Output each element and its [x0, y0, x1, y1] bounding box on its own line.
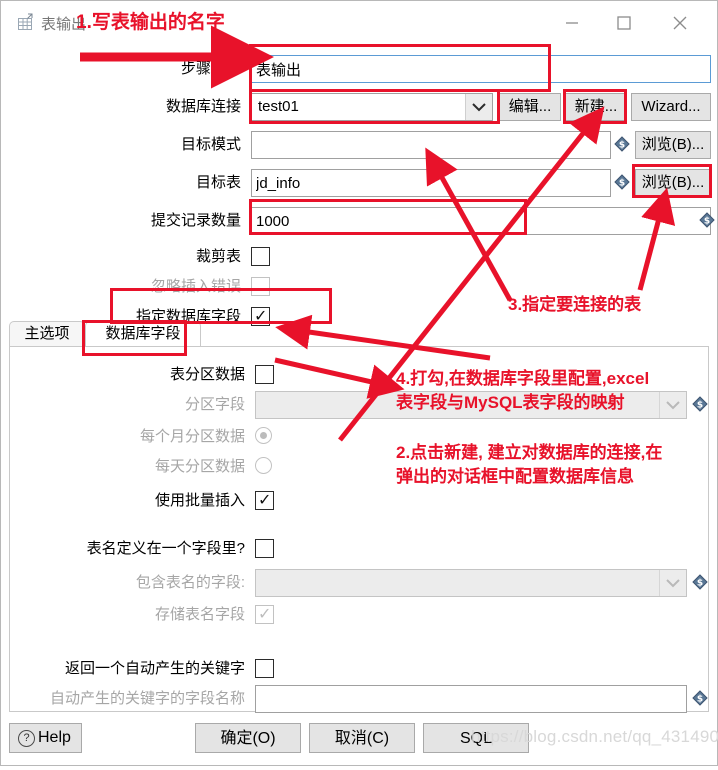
use-batch-insert-checkbox[interactable]: ✓ — [255, 491, 274, 510]
title-bar: 表输出 — [1, 1, 717, 45]
row-truncate-table: 裁剪表 — [1, 243, 717, 273]
store-table-name-field-label: 存储表名字段 — [154, 606, 245, 623]
minimize-icon[interactable] — [549, 1, 595, 45]
return-auto-key-checkbox[interactable] — [255, 659, 274, 678]
help-button[interactable]: ? Help — [9, 723, 82, 753]
tab-main-options[interactable]: 主选项 — [9, 321, 85, 347]
db-connection-label: 数据库连接 — [165, 98, 241, 115]
ignore-insert-errors-label: 忽略插入错误 — [150, 278, 241, 295]
ignore-insert-errors-checkbox — [251, 277, 270, 296]
partition-day-label: 每天分区数据 — [154, 458, 245, 475]
target-table-input[interactable] — [251, 169, 611, 197]
row-partition-data: 表分区数据 — [10, 361, 708, 391]
ok-button[interactable]: 确定(O) — [195, 723, 301, 753]
check-mark-icon: ✓ — [258, 492, 272, 509]
variable-dollar-icon: $ — [614, 136, 630, 152]
svg-text:$: $ — [697, 401, 703, 411]
help-button-label: Help — [38, 729, 71, 746]
row-partition-month: 每个月分区数据 — [10, 423, 708, 453]
commit-size-label: 提交记录数量 — [150, 212, 241, 229]
svg-text:$: $ — [619, 179, 625, 189]
truncate-table-label: 裁剪表 — [195, 248, 241, 265]
row-auto-key-field-name: 自动产生的关键字的字段名称 $ — [10, 685, 708, 715]
target-table-label: 目标表 — [195, 174, 241, 191]
row-partition-field: 分区字段 $ — [10, 391, 708, 421]
partition-month-radio — [255, 427, 272, 444]
variable-dollar-icon: $ — [614, 174, 630, 190]
truncate-table-checkbox[interactable] — [251, 247, 270, 266]
wizard-connection-button[interactable]: Wizard... — [631, 93, 711, 121]
cancel-button[interactable]: 取消(C) — [309, 723, 415, 753]
form-area: 步骤名称 数据库连接 test01 编辑... 新建... Wizard... … — [1, 45, 717, 765]
auto-key-field-name-label: 自动产生的关键字的字段名称 — [49, 690, 245, 707]
chevron-down-icon — [659, 570, 686, 596]
variable-dollar-icon: $ — [692, 396, 708, 412]
tab-db-fields[interactable]: 数据库字段 — [85, 321, 201, 347]
table-output-dialog: 表输出 步骤名称 数据库连接 test01 编辑... 新 — [0, 0, 718, 766]
variable-dollar-icon: $ — [692, 690, 708, 706]
chevron-down-icon[interactable] — [465, 94, 492, 120]
partition-field-select — [255, 391, 687, 419]
commit-size-input[interactable] — [251, 207, 711, 235]
maximize-icon[interactable] — [601, 1, 647, 45]
tab-db-fields-label: 数据库字段 — [105, 325, 181, 342]
variable-dollar-icon: $ — [699, 212, 715, 228]
db-connection-value: test01 — [258, 98, 299, 115]
svg-text:$: $ — [619, 141, 625, 151]
row-ignore-insert-errors: 忽略插入错误 — [1, 273, 717, 303]
row-target-table: 目标表 $ 浏览(B)... — [1, 169, 717, 199]
window-title: 表输出 — [41, 16, 87, 33]
new-connection-button[interactable]: 新建... — [565, 93, 627, 121]
field-containing-table-name-label: 包含表名的字段: — [135, 574, 245, 591]
row-use-batch-insert: 使用批量插入 ✓ — [10, 487, 708, 517]
partition-month-label: 每个月分区数据 — [139, 428, 245, 445]
check-mark-icon: ✓ — [258, 606, 272, 623]
row-db-connection: 数据库连接 test01 编辑... 新建... Wizard... — [1, 93, 717, 123]
row-commit-size: 提交记录数量 $ — [1, 207, 717, 237]
return-auto-key-label: 返回一个自动产生的关键字 — [64, 660, 245, 677]
store-table-name-field-checkbox: ✓ — [255, 605, 274, 624]
row-step-name: 步骤名称 — [1, 55, 717, 85]
row-return-auto-key: 返回一个自动产生的关键字 — [10, 655, 708, 685]
db-connection-select[interactable]: test01 — [251, 93, 493, 121]
target-schema-input[interactable] — [251, 131, 611, 159]
browse-schema-button[interactable]: 浏览(B)... — [635, 131, 711, 159]
svg-text:$: $ — [697, 579, 703, 589]
browse-table-button[interactable]: 浏览(B)... — [635, 169, 711, 197]
watermark-text: https://blog.csdn.net/qq_43149023 — [471, 727, 718, 746]
variable-dollar-icon: $ — [692, 574, 708, 590]
tab-strip: 主选项 数据库字段 — [9, 321, 709, 347]
tab-panel: 表分区数据 分区字段 $ 每个月分区数据 每天分区数据 使用批量插入 ✓ 表名定… — [9, 346, 709, 715]
partition-data-checkbox[interactable] — [255, 365, 274, 384]
step-name-input[interactable] — [251, 55, 711, 83]
row-store-table-name-field: 存储表名字段 ✓ — [10, 601, 708, 631]
use-batch-insert-label: 使用批量插入 — [154, 492, 245, 509]
step-name-label: 步骤名称 — [180, 60, 241, 77]
row-field-containing-table-name: 包含表名的字段: $ — [10, 569, 708, 599]
edit-connection-button[interactable]: 编辑... — [499, 93, 561, 121]
tab-main-options-label: 主选项 — [24, 325, 70, 342]
row-partition-day: 每天分区数据 — [10, 453, 708, 483]
field-containing-table-name-select — [255, 569, 687, 597]
svg-text:$: $ — [704, 217, 710, 227]
auto-key-field-name-input[interactable] — [255, 685, 687, 713]
radio-dot-icon — [260, 432, 267, 439]
table-output-icon — [15, 13, 35, 33]
partition-data-label: 表分区数据 — [169, 366, 245, 383]
chevron-down-icon — [659, 392, 686, 418]
close-icon[interactable] — [657, 1, 703, 45]
row-table-name-in-field: 表名定义在一个字段里? — [10, 535, 708, 565]
row-target-schema: 目标模式 $ 浏览(B)... — [1, 131, 717, 161]
svg-text:$: $ — [697, 695, 703, 705]
table-name-in-field-label: 表名定义在一个字段里? — [86, 540, 245, 557]
target-schema-label: 目标模式 — [180, 136, 241, 153]
partition-field-label: 分区字段 — [184, 396, 245, 413]
table-name-in-field-checkbox[interactable] — [255, 539, 274, 558]
question-mark-icon: ? — [18, 730, 35, 747]
partition-day-radio — [255, 457, 272, 474]
